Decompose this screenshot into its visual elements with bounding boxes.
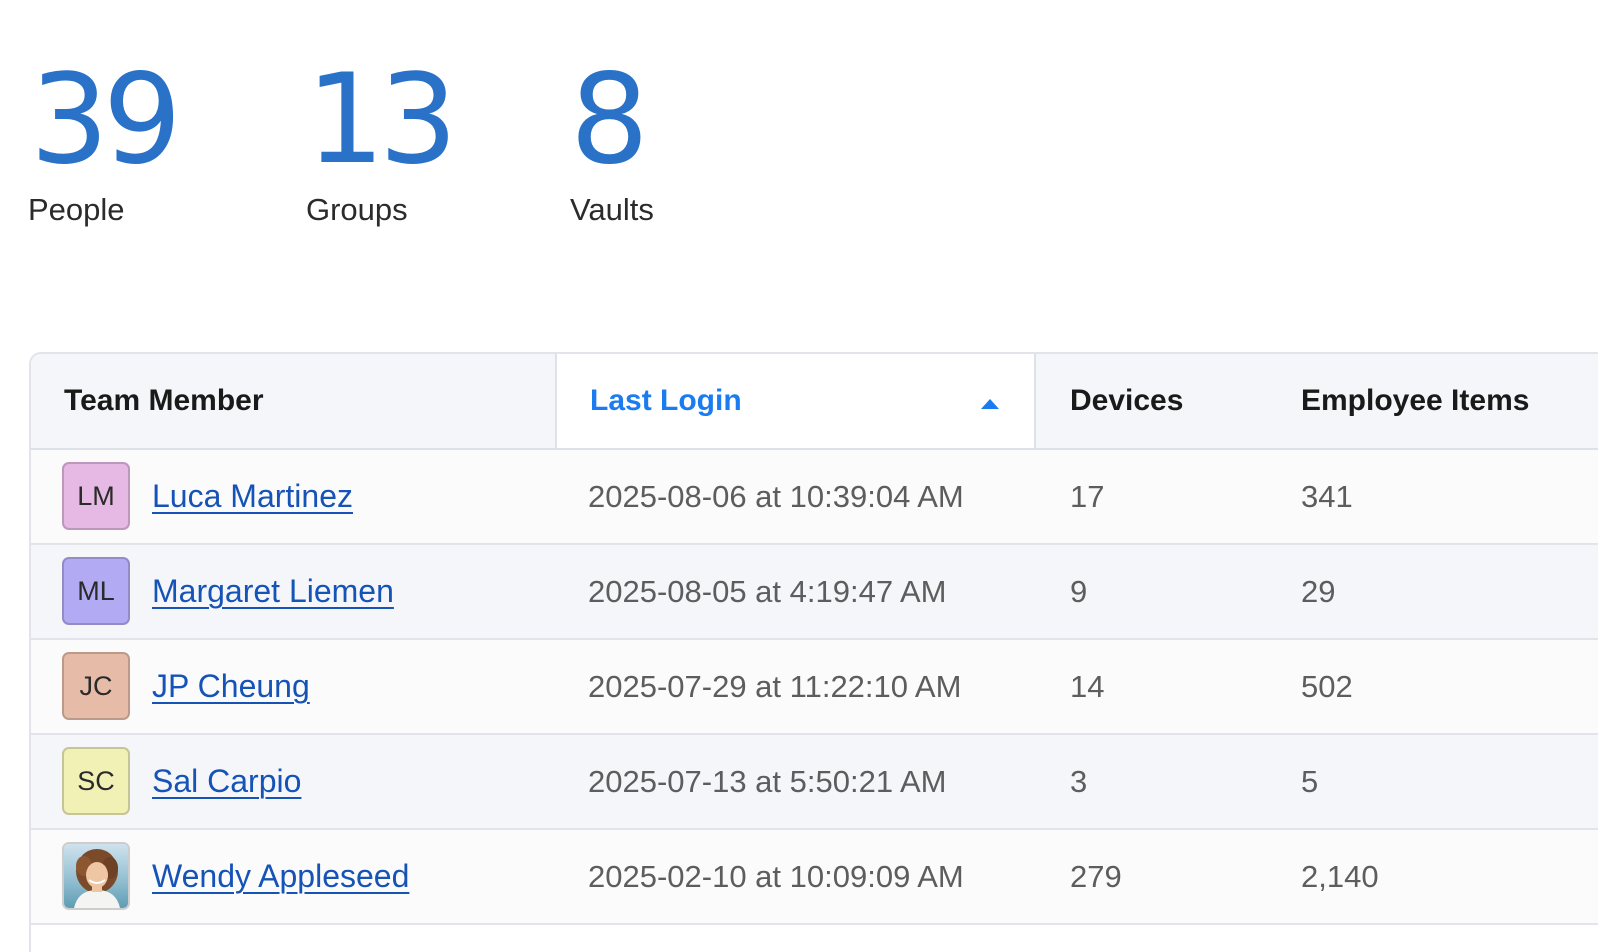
people-count: 39 [30,48,182,192]
last-login-cell: 2025-02-10 at 10:09:09 AM [588,858,964,894]
employee-items-cell: 2,140 [1301,858,1379,894]
sort-up-icon [981,399,999,409]
employee-items-cell: 502 [1301,668,1353,704]
last-login-cell: 2025-07-13 at 5:50:21 AM [588,763,947,799]
groups-label: Groups [306,192,408,227]
team-member-link[interactable]: Luca Martinez [152,450,353,543]
groups-stat[interactable]: 13 Groups [306,48,458,230]
avatar[interactable]: JC [62,652,130,720]
devices-cell: 3 [1070,763,1088,799]
table-row: JC JP Cheung 2025-07-29 at 11:22:10 AM 1… [31,640,1598,735]
avatar[interactable]: LM [62,462,130,530]
devices-cell: 279 [1070,858,1122,894]
avatar[interactable] [62,842,130,910]
team-member-link[interactable]: Sal Carpio [152,735,301,828]
employee-items-cell: 5 [1301,763,1319,799]
team-members-table: Team Member Last Login Devices Employee … [29,352,1598,952]
avatar[interactable]: SC [62,747,130,815]
employee-items-cell: 341 [1301,478,1353,514]
column-header-devices[interactable]: Devices [1036,354,1267,448]
team-member-link[interactable]: Wendy Appleseed [152,830,409,923]
table-row: ML Margaret Liemen 2025-08-05 at 4:19:47… [31,545,1598,640]
people-label: People [28,192,125,227]
table-row: LM Luca Martinez 2025-08-06 at 10:39:04 … [31,450,1598,545]
team-member-link[interactable]: JP Cheung [152,640,310,733]
table-row: SC Sal Carpio 2025-07-13 at 5:50:21 AM 3… [31,735,1598,830]
devices-cell: 9 [1070,573,1088,609]
last-login-cell: 2025-08-05 at 4:19:47 AM [588,573,947,609]
column-header-employee-items[interactable]: Employee Items [1267,354,1598,448]
column-header-team-member[interactable]: Team Member [31,354,555,448]
devices-cell: 17 [1070,478,1105,514]
avatar[interactable]: ML [62,557,130,625]
user-photo-icon [64,844,128,908]
column-header-last-login-label: Last Login [590,384,742,417]
vaults-stat[interactable]: 8 Vaults [570,52,654,230]
groups-count: 13 [306,48,458,192]
people-stat[interactable]: 39 People [28,48,182,230]
devices-cell: 14 [1070,668,1105,704]
table-row: Wendy Appleseed 2025-02-10 at 10:09:09 A… [31,830,1598,925]
table-header: Team Member Last Login Devices Employee … [31,354,1598,450]
column-header-last-login[interactable]: Last Login [555,354,1036,448]
last-login-cell: 2025-07-29 at 11:22:10 AM [588,668,962,704]
summary-stats: 39 People 13 Groups 8 Vaults [0,0,1598,300]
last-login-cell: 2025-08-06 at 10:39:04 AM [588,478,964,514]
employee-items-cell: 29 [1301,573,1336,609]
team-member-link[interactable]: Margaret Liemen [152,545,394,638]
vaults-label: Vaults [570,192,654,227]
vaults-count: 8 [570,48,649,192]
